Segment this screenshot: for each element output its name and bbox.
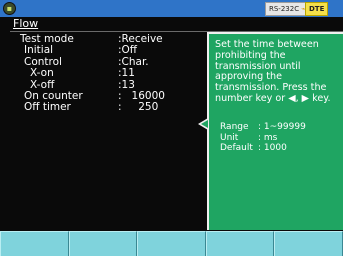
range-value: : 1~99999: [258, 122, 306, 132]
page-title: Flow: [13, 17, 39, 30]
setting-row-x-on[interactable]: X-on :11: [20, 67, 210, 80]
pointer-arrow-fill: [201, 120, 208, 128]
unit-label: Unit: [220, 132, 239, 143]
default-label: Default: [220, 143, 253, 153]
softkey-4[interactable]: [205, 231, 275, 256]
default-value: : 1000: [258, 143, 287, 153]
softkey-bar: [0, 231, 343, 256]
help-panel: Set the time between prohibiting the tra…: [207, 32, 343, 230]
menu-icon[interactable]: ▪: [3, 2, 16, 15]
setting-value: :11: [118, 67, 135, 80]
settings-list: Test mode :Receive Initial :Off Control …: [20, 33, 210, 114]
setting-label: Off timer: [24, 101, 71, 114]
mode-label: DTE: [309, 5, 325, 13]
softkey-2[interactable]: [68, 231, 138, 256]
status-bar: ▪ RS-232C ⌁ DTE: [0, 0, 343, 17]
softkey-5[interactable]: [274, 231, 343, 256]
interface-label: RS-232C: [269, 5, 300, 13]
setting-row-off-timer[interactable]: Off timer : 250: [20, 101, 210, 114]
mode-badge: DTE: [305, 2, 329, 16]
softkey-1[interactable]: [0, 231, 69, 256]
unit-value: : ms: [258, 132, 278, 143]
setting-label: X-on: [30, 67, 54, 80]
range-label: Range: [220, 122, 249, 132]
help-text: Set the time between prohibiting the tra…: [215, 39, 331, 104]
setting-value: : 250: [118, 101, 159, 114]
interface-badge: RS-232C ⌁: [265, 2, 310, 16]
softkey-3[interactable]: [137, 231, 206, 256]
